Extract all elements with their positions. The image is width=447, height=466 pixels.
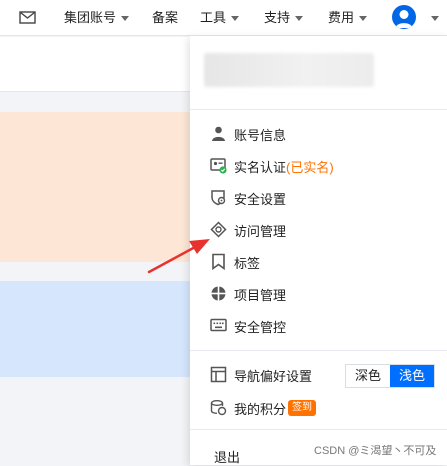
divider xyxy=(190,109,447,110)
chevron-down-icon xyxy=(231,15,240,21)
menu-item-security-settings[interactable]: 安全设置 xyxy=(190,183,447,213)
avatar[interactable] xyxy=(392,5,416,29)
divider xyxy=(190,350,447,351)
menu-item-project-management[interactable]: 项目管理 xyxy=(190,279,447,309)
nav-billing-label: 费用 xyxy=(328,10,355,25)
nav-tools-label: 工具 xyxy=(200,10,227,25)
blurred-account-name xyxy=(204,53,374,87)
divider xyxy=(190,429,447,430)
nav-group-account-label: 集团账号 xyxy=(64,10,117,25)
project-grid-icon xyxy=(211,286,226,301)
watermark: CSDN @ミ渴望丶不可及 xyxy=(314,445,437,457)
menu-item-account-info-label: 账号信息 xyxy=(234,127,287,143)
sign-in-badge[interactable]: 签到 xyxy=(288,400,316,416)
background-card-orange xyxy=(0,112,190,262)
nav-beian[interactable]: 备案 xyxy=(152,9,178,27)
theme-dark-button[interactable]: 深色 xyxy=(346,365,390,387)
logout-button[interactable]: 退出 xyxy=(214,447,240,466)
nav-billing[interactable]: 费用 xyxy=(328,9,368,27)
id-card-verified-icon xyxy=(210,158,227,174)
theme-toggle: 深色 浅色 xyxy=(345,364,435,388)
menu-item-security-control-label: 安全管控 xyxy=(234,319,287,335)
nav-support[interactable]: 支持 xyxy=(264,9,304,27)
user-icon xyxy=(212,126,225,141)
avatar-chevron-down-icon[interactable] xyxy=(431,16,439,21)
theme-light-button[interactable]: 浅色 xyxy=(390,365,434,387)
menu-item-project-management-label: 项目管理 xyxy=(234,287,287,303)
page-subheader xyxy=(0,37,190,92)
top-nav: 集团账号 备案 工具 支持 费用 xyxy=(0,0,447,36)
keyboard-icon xyxy=(210,318,227,332)
menu-item-tags-label: 标签 xyxy=(234,255,261,271)
menu-item-access-management-label: 访问管理 xyxy=(234,223,287,239)
account-dropdown: 账号信息 实名认证 (已实名) 安全设置 访问管理 标签 项目管理 安全管控 导… xyxy=(190,36,447,465)
menu-item-realname-label: 实名认证 xyxy=(234,159,287,175)
access-management-icon xyxy=(210,221,227,238)
mail-icon[interactable] xyxy=(19,11,36,24)
nav-beian-label: 备案 xyxy=(152,10,179,25)
chevron-down-icon xyxy=(121,15,130,21)
menu-item-my-points[interactable]: 我的积分 xyxy=(190,393,447,423)
chevron-down-icon xyxy=(295,15,304,21)
menu-item-realname[interactable]: 实名认证 (已实名) xyxy=(190,151,447,181)
bookmark-icon xyxy=(212,253,225,270)
chevron-down-icon xyxy=(359,15,368,21)
layout-icon xyxy=(210,366,227,383)
coins-icon xyxy=(210,400,227,416)
nav-support-label: 支持 xyxy=(264,10,291,25)
menu-item-my-points-label: 我的积分 xyxy=(234,401,287,417)
menu-item-security-settings-label: 安全设置 xyxy=(234,191,287,207)
shield-settings-icon xyxy=(211,190,226,206)
background-card-blue xyxy=(0,281,190,377)
menu-item-account-info[interactable]: 账号信息 xyxy=(190,119,447,149)
nav-tools[interactable]: 工具 xyxy=(200,9,240,27)
user-avatar-icon xyxy=(395,10,413,28)
realname-status: (已实名) xyxy=(286,159,334,175)
menu-item-tags[interactable]: 标签 xyxy=(190,247,447,277)
menu-item-access-management[interactable]: 访问管理 xyxy=(190,215,447,245)
menu-item-nav-preference-label: 导航偏好设置 xyxy=(234,368,313,384)
menu-item-security-control[interactable]: 安全管控 xyxy=(190,311,447,341)
nav-group-account[interactable]: 集团账号 xyxy=(64,9,130,27)
